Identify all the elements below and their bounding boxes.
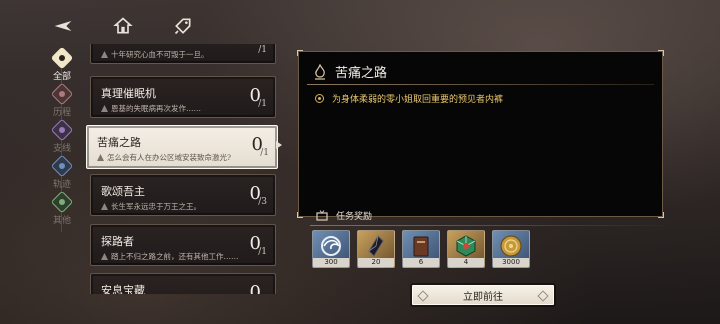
quest-total: /1 [258, 247, 267, 257]
quest-card[interactable]: 十年研究心血不可毁于一旦。 0 /1 [90, 44, 276, 64]
home-icon [113, 17, 133, 34]
dark-crystal-icon [358, 231, 394, 261]
journey-diamond-icon [50, 82, 74, 106]
warning-icon [97, 154, 104, 161]
quest-card[interactable]: 探路者 踏上不归之路之前，还有其他工作…… 0 /1 [90, 224, 276, 266]
swirl-badge-icon [313, 231, 349, 261]
go-now-label: 立即前往 [463, 291, 503, 303]
quest-subtitle: 长生军永远忠于万王之王。 [101, 201, 201, 212]
category-label: 支线 [52, 144, 71, 154]
quest-title: 歌颂吾主 [101, 185, 145, 198]
rewards-header: 任务奖励 [316, 209, 372, 222]
category-trace[interactable]: 轨迹 [44, 154, 80, 192]
quest-card-selected[interactable]: 苦痛之路 怎么会有人在办公区域安装致命激光? 0 /1 [86, 125, 278, 169]
quest-card[interactable]: 歌颂吾主 长生军永远忠于万王之王。 0 /3 [90, 174, 276, 216]
quest-title: 苦痛之路 [97, 136, 141, 149]
category-label: 历程 [52, 108, 71, 118]
detail-header: 苦痛之路 [313, 62, 387, 81]
detail-title: 苦痛之路 [335, 66, 388, 81]
top-nav [50, 12, 196, 40]
category-all[interactable]: 全部 [44, 46, 80, 84]
quest-subtitle: 十年研究心血不可毁于一旦。 [101, 49, 209, 60]
frame-corner [297, 212, 303, 218]
objective-row: 为身体柔弱的零小姐取回重要的预见者内裤 [315, 92, 503, 105]
go-now-button[interactable]: 立即前往 [412, 285, 554, 305]
quest-subtitle: 怎么会有人在办公区域安装致命激光? [97, 152, 231, 163]
home-button[interactable] [110, 14, 136, 38]
side-diamond-icon [50, 118, 74, 142]
quest-total: /1 [258, 45, 267, 55]
quest-total: /1 [260, 148, 269, 158]
reward-item[interactable]: 4 [447, 230, 485, 268]
objective-text: 为身体柔弱的零小姐取回重要的预见者内裤 [332, 95, 504, 105]
warning-icon [101, 203, 108, 210]
warning-icon [101, 51, 108, 58]
reward-qty: 300 [313, 258, 349, 267]
frame-corner [658, 50, 664, 56]
rewards-label: 任务奖励 [336, 212, 373, 222]
tv-icon [316, 210, 328, 221]
category-label: 其他 [52, 216, 71, 226]
detail-divider [307, 84, 654, 85]
quest-detail-panel: 苦痛之路 为身体柔弱的零小姐取回重要的预见者内裤 [297, 50, 664, 218]
tag-button[interactable] [170, 14, 196, 38]
category-other[interactable]: 其他 [44, 190, 80, 228]
back-button[interactable] [50, 14, 76, 38]
reward-item[interactable]: 20 [357, 230, 395, 268]
quest-total: /1 [258, 99, 267, 109]
category-label: 轨迹 [52, 180, 71, 190]
flame-icon [315, 63, 325, 80]
emerald-cube-icon [448, 231, 484, 261]
quest-subtitle: 踏上不归之路之前，还有其他工作…… [101, 251, 239, 262]
warning-icon [101, 105, 108, 112]
reward-qty: 6 [403, 258, 439, 267]
quest-card[interactable]: 安息宝藏 0 [90, 273, 276, 294]
back-arrow-icon [54, 21, 72, 31]
quest-total: /3 [258, 197, 267, 207]
objective-bullet-icon [315, 94, 324, 103]
category-journey[interactable]: 历程 [44, 82, 80, 120]
category-side[interactable]: 支线 [44, 118, 80, 156]
quest-list[interactable]: 十年研究心血不可毁于一旦。 0 /1 真理催眠机 恩基的失眠病再次发作…… 0 … [86, 44, 278, 294]
quest-title: 安息宝藏 [101, 284, 145, 294]
selection-arrow-icon [276, 141, 282, 149]
quest-title: 真理催眠机 [101, 87, 156, 100]
quest-subtitle: 恩基的失眠病再次发作…… [101, 103, 201, 114]
quest-title: 探路者 [101, 235, 134, 248]
leather-book-icon [403, 231, 439, 261]
frame-corner [658, 212, 664, 218]
reward-qty: 3000 [493, 258, 529, 267]
quest-progress: 0 [249, 282, 261, 294]
quest-card[interactable]: 真理催眠机 恩基的失眠病再次发作…… 0 /1 [90, 76, 276, 118]
frame-corner [297, 50, 303, 56]
reward-item[interactable]: 3000 [492, 230, 530, 268]
reward-item[interactable]: 300 [312, 230, 350, 268]
trace-diamond-icon [50, 154, 74, 178]
gold-coin-icon [493, 231, 529, 261]
rewards-divider [310, 225, 665, 226]
category-label: 全部 [52, 72, 71, 82]
warning-icon [101, 253, 108, 260]
reward-qty: 20 [358, 258, 394, 267]
all-diamond-icon [50, 46, 74, 70]
reward-qty: 4 [448, 258, 484, 267]
other-diamond-icon [50, 190, 74, 214]
tag-icon [174, 18, 191, 35]
reward-item[interactable]: 6 [402, 230, 440, 268]
